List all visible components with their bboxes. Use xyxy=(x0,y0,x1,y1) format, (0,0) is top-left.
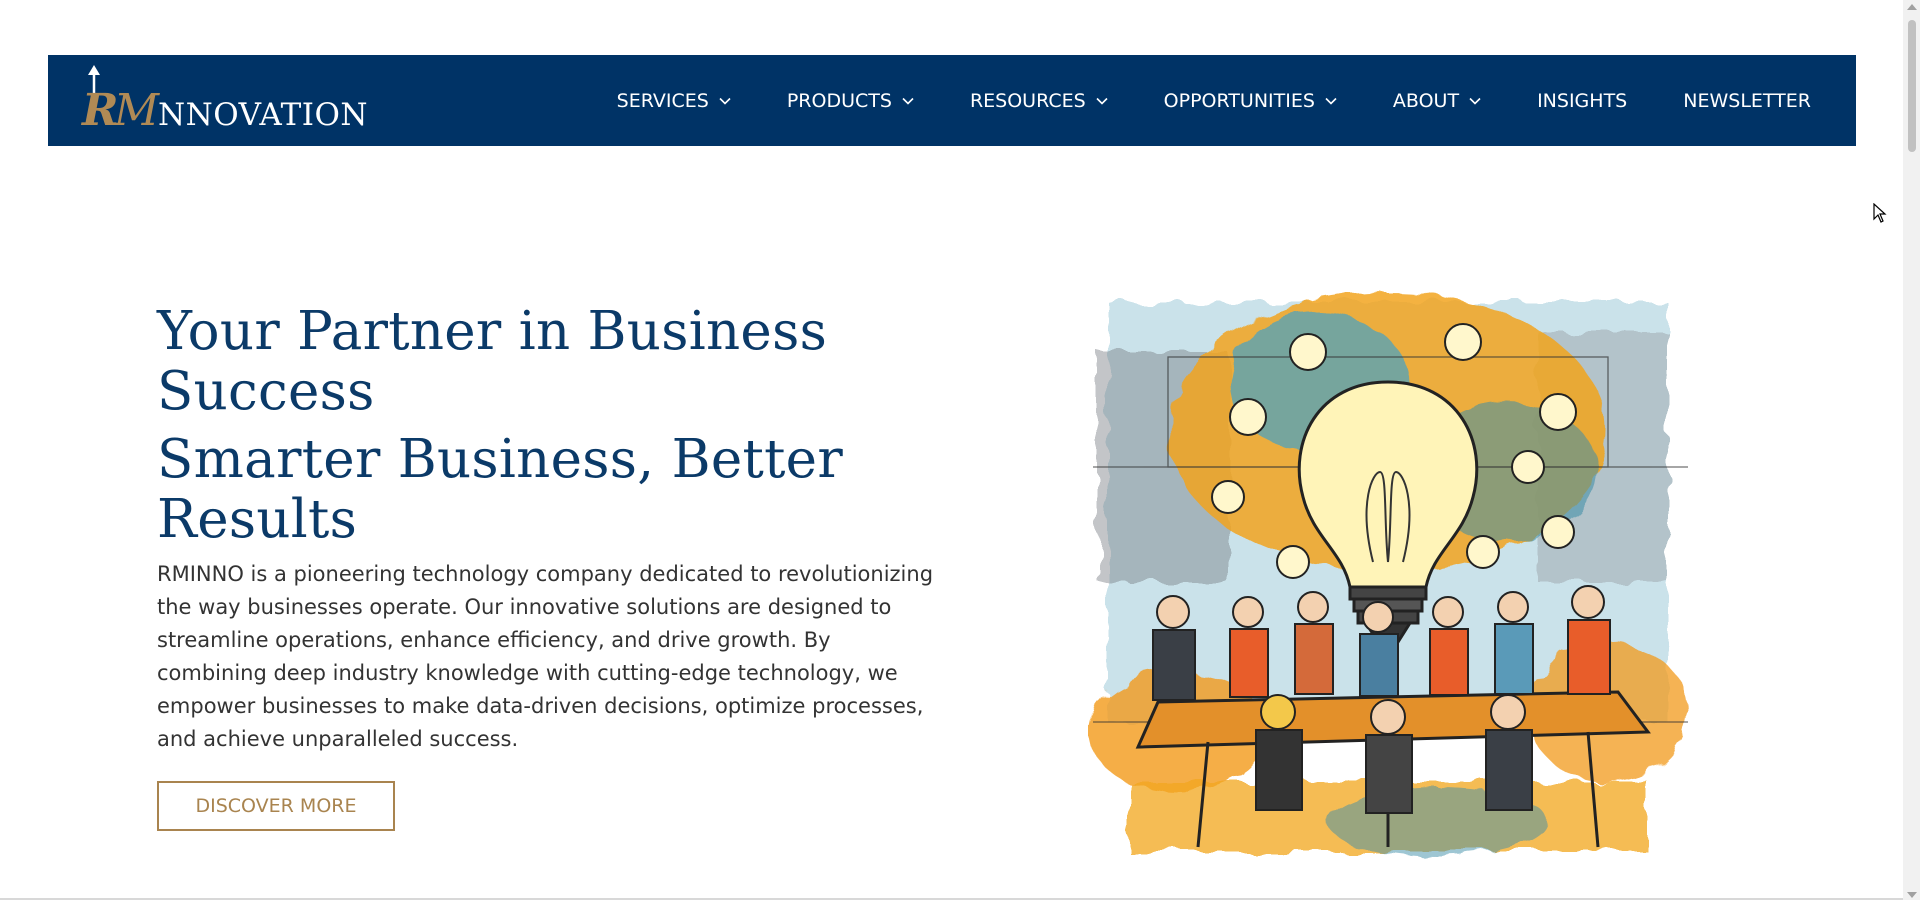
nav-about[interactable]: ABOUT xyxy=(1365,55,1509,146)
nav-insights[interactable]: INSIGHTS xyxy=(1509,55,1655,146)
chevron-down-icon xyxy=(1325,97,1337,105)
svg-text:M: M xyxy=(113,85,160,135)
chevron-down-icon xyxy=(902,97,914,105)
nav-services-label: SERVICES xyxy=(616,89,709,112)
hero-subtitle: Smarter Business, Better Results xyxy=(157,429,843,550)
nav-services[interactable]: SERVICES xyxy=(589,55,759,146)
scrollbar-thumb[interactable] xyxy=(1908,20,1916,152)
scroll-up-arrow-icon[interactable] xyxy=(1907,4,1917,10)
scroll-down-arrow-icon[interactable] xyxy=(1907,892,1917,898)
rm-monogram-icon: R M xyxy=(80,65,160,135)
nav-newsletter[interactable]: NEWSLETTER xyxy=(1655,55,1856,146)
chevron-down-icon xyxy=(719,97,731,105)
nav-products[interactable]: PRODUCTS xyxy=(759,55,942,146)
nav-resources[interactable]: RESOURCES xyxy=(942,55,1136,146)
nav-opportunities-label: OPPORTUNITIES xyxy=(1163,89,1315,112)
lightbulb-team-illustration-icon xyxy=(1088,292,1688,857)
main-navbar: R M NNOVATION SERVICES PRODUCTS RESOURCE… xyxy=(48,55,1856,146)
discover-more-button[interactable]: DISCOVER MORE xyxy=(157,781,395,831)
mouse-cursor-icon xyxy=(1873,203,1887,223)
nav-resources-label: RESOURCES xyxy=(969,89,1086,112)
site-logo[interactable]: R M NNOVATION xyxy=(78,63,368,135)
svg-text:R: R xyxy=(80,85,119,135)
nav-products-label: PRODUCTS xyxy=(786,89,892,112)
logo-wordmark: NNOVATION xyxy=(158,97,369,133)
nav-menu: SERVICES PRODUCTS RESOURCES OPPORTUNITIE… xyxy=(589,55,1856,146)
chevron-down-icon xyxy=(1469,97,1481,105)
chevron-down-icon xyxy=(1096,97,1108,105)
page-scrollbar[interactable] xyxy=(1903,0,1920,900)
hero-title: Your Partner in Business Success xyxy=(157,301,828,422)
nav-newsletter-label: NEWSLETTER xyxy=(1683,89,1811,112)
hero-description: RMINNO is a pioneering technology compan… xyxy=(157,562,934,751)
nav-opportunities[interactable]: OPPORTUNITIES xyxy=(1136,55,1365,146)
nav-about-label: ABOUT xyxy=(1392,89,1460,112)
nav-insights-label: INSIGHTS xyxy=(1537,89,1628,112)
